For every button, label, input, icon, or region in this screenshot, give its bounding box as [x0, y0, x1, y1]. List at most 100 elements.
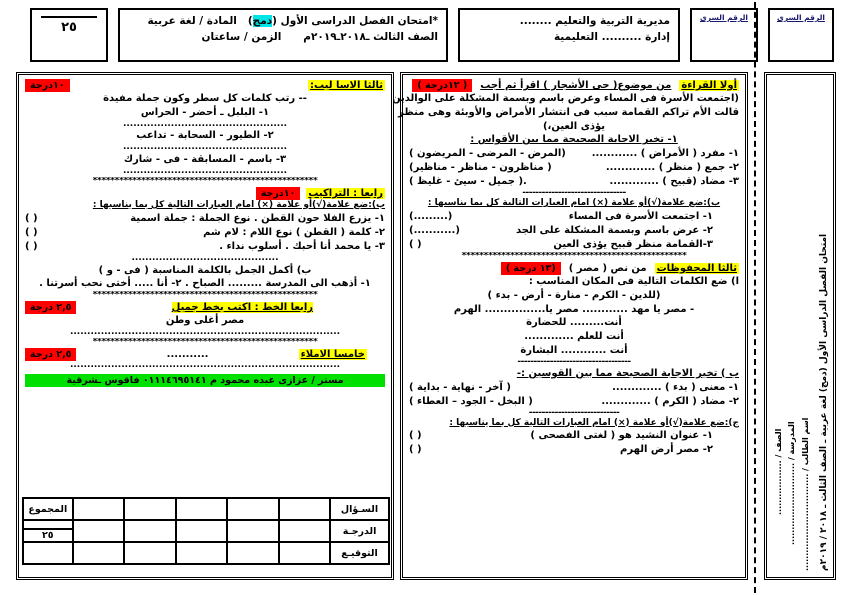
- perforation-dashed-line: [754, 2, 756, 593]
- degree-cell-1[interactable]: [277, 519, 332, 543]
- reading-a-opts-2: ( مناظرون - مناظر - مناظير): [409, 162, 552, 174]
- degree-cell-5[interactable]: [71, 519, 126, 543]
- memorization-divider-1: -----------------------------------: [517, 356, 631, 367]
- signature-sum-cell[interactable]: [22, 541, 74, 565]
- composition-b-item-2[interactable]: ٢- كلمة ( القطن ) نوع اللام : لام شم ( ): [25, 226, 385, 240]
- dictation-answer-line[interactable]: ........................................…: [25, 361, 385, 371]
- sum-total-value: ٢٥: [42, 530, 54, 541]
- handwriting-answer-line[interactable]: ........................................…: [25, 328, 385, 338]
- reading-passage-line-2: قالت الأم تراكم القمامة سبب فى انتشار ال…: [372, 106, 739, 118]
- memorization-title: ثالثا المحفوظات: [654, 262, 739, 274]
- reading-subtitle: من موضوع( حى الأشجار ) اقرأ ثم أجب: [480, 80, 672, 91]
- composition-b-paren-1[interactable]: ( ): [25, 212, 44, 226]
- reading-a-item-2[interactable]: ٢- جمع ( منظر ) ............. ( مناظرون …: [409, 161, 739, 175]
- memorization-fill-line-3[interactable]: أنت للعلم .............: [409, 330, 739, 344]
- signature-cell-3[interactable]: [174, 541, 229, 565]
- reading-b-paren-2[interactable]: (...........): [409, 224, 466, 238]
- signature-cell-5[interactable]: [71, 541, 126, 565]
- degree-cell-4[interactable]: [123, 519, 177, 543]
- memorization-b-item-2[interactable]: ٢- مضاد ( الكرم ) ............. ( البخل …: [409, 395, 739, 409]
- memorization-c-paren-2[interactable]: ( ): [409, 443, 428, 457]
- side-class-line[interactable]: الصف / ..................: [774, 429, 783, 515]
- secret-number-label-1: الرقم السرى: [699, 13, 748, 22]
- sum-upper-blank[interactable]: [24, 521, 72, 530]
- memorization-b-item-1[interactable]: ١- معنى ( بدء ) ............. ( آخر - نه…: [409, 381, 739, 395]
- signature-cell-2[interactable]: [226, 541, 280, 565]
- memorization-fill-line-1[interactable]: - مصر يا مهد ............ مصر يا........…: [409, 303, 739, 317]
- reading-b-item-1[interactable]: ١- اجتمعت الأسرة فى المساء (.........): [409, 210, 739, 224]
- reading-heading-row: أولا القراءة من موضوع( حى الأشجار ) اقرأ…: [409, 79, 739, 92]
- reading-star-divider: ****************************************…: [461, 252, 687, 262]
- secret-number-box-right[interactable]: الرقم السرى: [768, 8, 834, 62]
- side-student-name-line[interactable]: اسم الطالب / ...........................…: [801, 418, 810, 571]
- teacher-credit-banner: مستر / عزازى عبده محمود م ٠١١١٤٦٩٥١٤١ فا…: [25, 374, 385, 388]
- time-label: الزمن / ساعتان: [201, 30, 282, 43]
- composition-star-divider: ****************************************…: [92, 291, 318, 301]
- question-cell-1[interactable]: [277, 497, 332, 521]
- composition-b-paren-2[interactable]: ( ): [25, 226, 44, 240]
- reading-b-paren-3[interactable]: ( ): [409, 238, 428, 252]
- memorization-part-b-label: ب ) تخير الاجابة الصحيحة مما بين القوسين…: [516, 367, 739, 379]
- composition-b-item-3[interactable]: ٣- يا محمد أنا أحبك . أسلوب نداء . ( ): [25, 240, 385, 254]
- degree-cell-3[interactable]: [174, 519, 229, 543]
- memorization-part-c-label: ج):ضع علامة(√)أو علامة (×) امام العبارات…: [449, 417, 739, 428]
- styles-marks: ١٠درجة: [25, 79, 70, 92]
- memorization-b-opts-2: ( البخل - الجود – العطاء ): [409, 395, 533, 407]
- reading-b-paren-1[interactable]: (.........): [409, 210, 458, 224]
- reading-b-item-2[interactable]: ٢- عرض باسم وبسمة المشكلة على الجد (....…: [409, 224, 739, 238]
- marks-row-label-degree: الدرجـة: [329, 519, 390, 543]
- dictation-title: خامسا الاملاء: [298, 348, 367, 360]
- secret-number-box-left[interactable]: الرقم السرى: [690, 8, 758, 62]
- composition-title: رابعا : التراكيب: [306, 187, 385, 199]
- composition-marks: ١٠درجة: [255, 186, 301, 200]
- composition-b-q-3: ٣- يا محمد أنا أحبك . أسلوب نداء .: [219, 240, 385, 252]
- composition-b-paren-3[interactable]: ( ): [25, 240, 44, 254]
- styles-answer-line-3[interactable]: ........................................…: [25, 167, 385, 177]
- marks-row-label-signature: التوقيـع: [329, 541, 390, 565]
- composition-dot-divider: ........................................…: [131, 253, 279, 263]
- exam-page: ٢٥ *امتحان الفصل الدراسى الأول (دمج) الم…: [0, 0, 842, 595]
- question-cell-5[interactable]: [71, 497, 126, 521]
- exam-grade-year: الصف الثالث ـ٢٠١٨ـ٢٠١٩م: [303, 30, 438, 43]
- styles-answer-line-2[interactable]: ........................................…: [25, 143, 385, 153]
- composition-part-b-label: ب):ضع علامة(√)أو علامة (×) امام العبارات…: [92, 199, 385, 210]
- side-school-line[interactable]: المدرسة / ...........................: [787, 421, 796, 545]
- signature-cell-1[interactable]: [277, 541, 332, 565]
- exam-line1-a: امتحان الفصل الدراسى الأول (: [272, 15, 433, 27]
- signature-cell-4[interactable]: [123, 541, 177, 565]
- degree-cell-2[interactable]: [226, 519, 280, 543]
- memorization-c-item-1[interactable]: ١- عنوان النشيد هو ( لغتى الفصحى ) ( ): [409, 429, 739, 443]
- memorization-heading-row: ثالثا المحفوظات من نص ( مصر ) (١٣ درجة ): [409, 261, 739, 275]
- memorization-b-opts-1: ( آخر - نهاية - بداية ): [409, 381, 511, 393]
- marks-table: السـؤال المجموع الدرجـة ٢٥ التوقيـع: [22, 497, 390, 565]
- grade-total-value: ٢٥: [61, 20, 77, 35]
- memorization-word-bank: (للدين - الكرم - منارة - أرض - بدء ): [487, 289, 661, 301]
- memorization-c-paren-1[interactable]: ( ): [409, 429, 428, 443]
- exam-title-line-1: *امتحان الفصل الدراسى الأول (دمج) المادة…: [128, 14, 438, 30]
- dictation-heading-row: خامسا الاملاء ........... ٢,٥ درجة: [25, 347, 385, 362]
- reading-passage-line-1: (اجتمعت الأسرة فى المساء وعرض باسم وبسمة…: [391, 93, 739, 104]
- memorization-fill-line-4[interactable]: أنت ............ البشارة: [409, 344, 739, 358]
- question-cell-2[interactable]: [226, 497, 280, 521]
- dictation-blank[interactable]: ...........: [167, 348, 209, 362]
- reading-a-q-1: ١- مفرد ( الأمراض ) ............: [591, 148, 739, 160]
- reading-b-item-3[interactable]: ٣-القمامة منظر قبيح يؤذى العين ( ): [409, 238, 739, 252]
- composition-b2-line[interactable]: ١- أذهب الى المدرسة ......... الصباح . ٢…: [25, 277, 385, 291]
- reading-a-opts-1: (المرض - المرضى - المريضون ): [409, 148, 566, 160]
- question-cell-3[interactable]: [174, 497, 229, 521]
- marks-table-sum-value-cell[interactable]: ٢٥: [22, 519, 74, 543]
- styles-answer-line-1[interactable]: ........................................…: [25, 120, 385, 130]
- memorization-c-item-2[interactable]: ٢- مصر أرض الهرم ( ): [409, 443, 739, 457]
- memorization-fill-line-2[interactable]: أنت......... للحضارة: [409, 316, 739, 330]
- memorization-b-q-2: ٢- مضاد ( الكرم ) .............: [601, 395, 739, 407]
- handwriting-marks: ٢,٥ درجة: [25, 301, 77, 314]
- composition-b-item-1[interactable]: ١- يزرع الفلا حون القطن . نوع الجملة : ج…: [25, 212, 385, 226]
- question-cell-4[interactable]: [123, 497, 177, 521]
- memorization-marks: (١٣ درجة ): [500, 261, 561, 275]
- marks-table-sum-header: المجموع: [22, 497, 74, 521]
- memorization-c-q-1: ١- عنوان النشيد هو ( لغتى الفصحى ): [530, 430, 713, 442]
- reading-a-item-1[interactable]: ١- مفرد ( الأمراض ) ............ (المرض …: [409, 147, 739, 161]
- table-row: التوقيـع: [22, 541, 390, 565]
- memorization-c-q-2: ٢- مصر أرض الهرم: [620, 444, 713, 456]
- reading-a-item-3[interactable]: ٣- مضاد (قبيح ) ............. .( جميل - …: [409, 175, 739, 189]
